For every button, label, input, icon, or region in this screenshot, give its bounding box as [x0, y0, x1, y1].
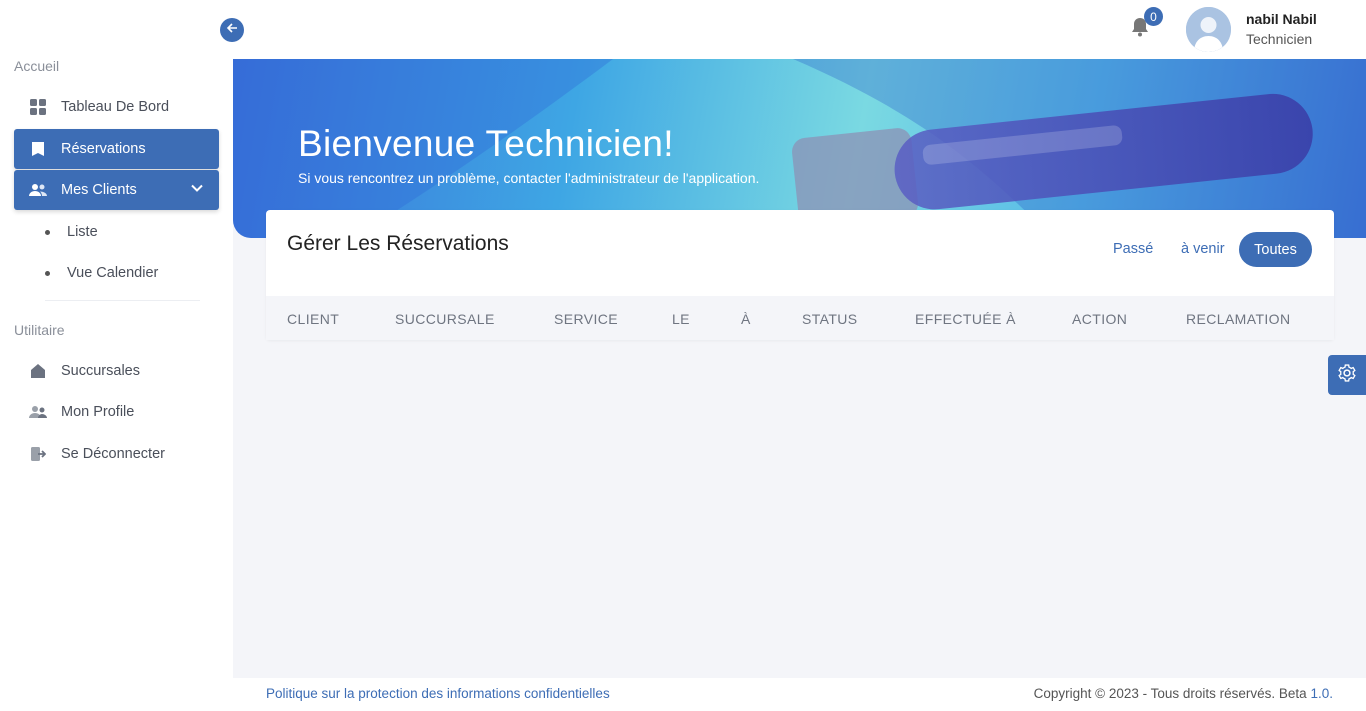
sidebar-item-reservations[interactable]: Réservations: [14, 129, 219, 169]
user-role: Technicien: [1246, 31, 1313, 47]
reservations-card: Gérer Les Réservations Passé à venir Tou…: [266, 210, 1334, 340]
sidebar-item-profile[interactable]: Mon Profile: [14, 392, 219, 432]
bell-icon: [1131, 18, 1149, 41]
copyright-text: Copyright © 2023 - Tous droits réservés.…: [1034, 686, 1333, 701]
sidebar: Accueil Tableau De Bord Réservations Mes…: [0, 0, 233, 711]
column-header-status[interactable]: STATUS: [802, 311, 858, 327]
sidebar-subitem-label: Liste: [67, 224, 98, 240]
version-link[interactable]: 1.0.: [1310, 686, 1333, 701]
copyright-label: Copyright © 2023 - Tous droits réservés.…: [1033, 686, 1307, 701]
chevron-down-icon: [191, 182, 203, 198]
column-header-time[interactable]: À: [741, 311, 751, 327]
column-header-complaint[interactable]: RECLAMATION: [1186, 311, 1291, 327]
collapse-sidebar-button[interactable]: [220, 18, 244, 42]
sidebar-item-label: Mon Profile: [61, 404, 135, 420]
filter-all-button[interactable]: Toutes: [1239, 232, 1312, 267]
logout-icon: [29, 445, 47, 463]
column-header-client[interactable]: CLIENT: [287, 311, 339, 327]
bullet-dot: [45, 270, 50, 276]
sidebar-subitem-calendar[interactable]: Vue Calendier: [45, 265, 158, 281]
sidebar-item-branches[interactable]: Succursales: [14, 351, 219, 391]
filter-past-button[interactable]: Passé: [1113, 241, 1153, 257]
sidebar-subitem-label: Vue Calendier: [67, 265, 159, 281]
column-header-completed-at[interactable]: EFFECTUÉE À: [915, 311, 1016, 327]
bullet-dot: [45, 229, 50, 235]
users-icon: [29, 181, 47, 199]
banner-subtitle: Si vous rencontrez un problème, contacte…: [298, 170, 760, 186]
home-icon: [29, 362, 47, 380]
section-title-home: Accueil: [14, 58, 60, 74]
sidebar-item-label: Succursales: [61, 363, 140, 379]
bookmark-icon: [29, 140, 47, 158]
notification-count-badge: 0: [1144, 7, 1163, 26]
sidebar-subitem-list[interactable]: Liste: [45, 224, 98, 240]
sidebar-item-label: Mes Clients: [61, 182, 137, 198]
card-title: Gérer Les Réservations: [287, 232, 509, 255]
arrow-left-icon: [226, 21, 238, 39]
filter-upcoming-button[interactable]: à venir: [1181, 241, 1225, 257]
gear-icon: [1337, 363, 1357, 388]
sidebar-item-logout[interactable]: Se Déconnecter: [14, 434, 219, 474]
settings-button[interactable]: [1328, 355, 1366, 395]
section-title-utility: Utilitaire: [14, 322, 65, 338]
sidebar-divider: [45, 300, 200, 301]
banner-title: Bienvenue Technicien!: [298, 123, 674, 164]
sidebar-item-label: Tableau De Bord: [61, 99, 170, 115]
sidebar-item-label: Se Déconnecter: [61, 446, 165, 462]
column-header-service[interactable]: SERVICE: [554, 311, 618, 327]
column-header-branch[interactable]: SUCCURSALE: [395, 311, 495, 327]
user-name: nabil Nabil: [1246, 11, 1317, 27]
profile-icon: [29, 403, 47, 421]
sidebar-item-clients[interactable]: Mes Clients: [14, 170, 219, 210]
table-header: CLIENT SUCCURSALE SERVICE LE À STATUS EF…: [266, 296, 1334, 340]
column-header-action[interactable]: ACTION: [1072, 311, 1127, 327]
avatar[interactable]: [1186, 7, 1231, 52]
column-header-date[interactable]: LE: [672, 311, 690, 327]
sidebar-item-label: Réservations: [61, 141, 146, 157]
grid-icon: [29, 98, 47, 116]
footer: Politique sur la protection des informat…: [233, 678, 1366, 711]
sidebar-item-dashboard[interactable]: Tableau De Bord: [14, 87, 219, 127]
privacy-policy-link[interactable]: Politique sur la protection des informat…: [266, 686, 610, 701]
